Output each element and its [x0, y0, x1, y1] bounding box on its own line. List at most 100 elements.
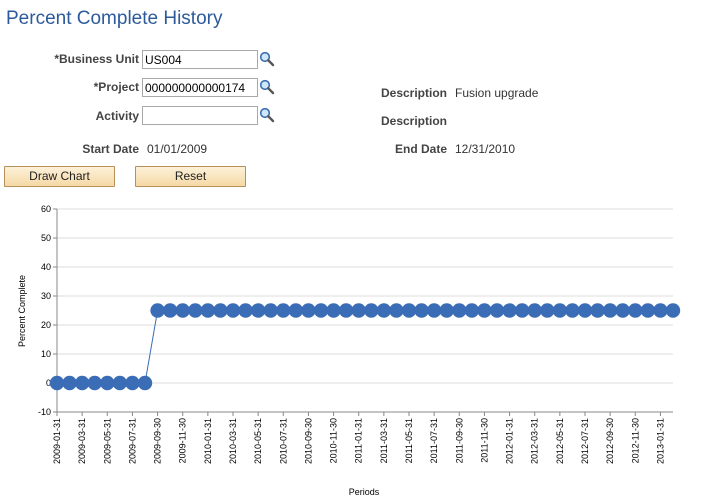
data-point	[188, 303, 203, 318]
data-point	[175, 303, 190, 318]
chart-grid	[57, 208, 673, 413]
chart-series	[49, 303, 681, 391]
x-tick-label: 2012-07-31	[580, 418, 590, 464]
data-point	[225, 303, 241, 318]
data-point	[100, 375, 115, 391]
x-tick-label: 2009-09-30	[153, 418, 163, 464]
activity-input[interactable]	[142, 106, 258, 125]
x-tick-label: 2011-05-31	[404, 418, 414, 463]
y-tick-label: 20	[41, 320, 51, 330]
data-point	[62, 375, 77, 391]
data-point	[263, 303, 278, 318]
data-point	[502, 303, 517, 318]
y-axis-label: Percent Complete	[17, 275, 27, 347]
data-point	[238, 303, 253, 318]
data-point	[640, 303, 656, 318]
project-lookup-icon[interactable]	[259, 79, 275, 95]
y-tick-label: 30	[41, 291, 51, 301]
y-tick-label: 60	[41, 204, 51, 214]
percent-complete-chart: -100102030405060 2009-01-31 2009-03-31 200…	[17, 204, 681, 497]
x-axis-label: Periods	[349, 487, 380, 497]
x-tick-label: 2011-07-31	[429, 418, 439, 463]
x-tick-label: 2009-03-31	[77, 418, 87, 464]
data-point	[49, 375, 65, 391]
business-unit-lookup-icon[interactable]	[259, 51, 275, 67]
data-point	[137, 375, 153, 391]
data-point	[464, 303, 480, 318]
data-point	[565, 303, 580, 318]
data-point	[552, 303, 568, 318]
data-point	[376, 303, 392, 318]
x-tick-label: 2009-07-31	[127, 418, 137, 464]
x-tick-label: 2011-03-31	[379, 418, 389, 463]
page-title: Percent Complete History	[6, 8, 223, 29]
x-tick-label: 2013-01-31	[655, 418, 665, 464]
data-point	[514, 303, 530, 318]
data-point	[364, 303, 379, 318]
data-point	[414, 303, 429, 318]
draw-chart-button[interactable]: Draw Chart	[4, 166, 115, 187]
y-axis: -10 0 10 20 30 40 50 60	[38, 204, 58, 417]
x-tick-label: 2010-05-31	[253, 418, 263, 464]
data-point	[338, 303, 354, 318]
project-label: *Project	[93, 80, 139, 94]
y-tick-label: 0	[46, 378, 51, 388]
data-point	[200, 303, 216, 318]
end-date-label: End Date	[394, 142, 447, 156]
data-point	[615, 303, 630, 318]
data-point	[74, 375, 90, 391]
data-point	[125, 375, 140, 391]
business-unit-input[interactable]	[142, 50, 258, 69]
data-point	[628, 303, 643, 318]
project-input[interactable]	[142, 78, 258, 97]
data-point	[112, 375, 128, 391]
data-point	[452, 303, 467, 318]
business-unit-label: *Business Unit	[54, 52, 139, 66]
x-tick-label: 2010-07-31	[278, 418, 288, 464]
data-point	[150, 303, 165, 318]
data-point	[389, 303, 404, 318]
x-tick-label: 2009-11-30	[178, 418, 188, 463]
start-date-label: Start Date	[82, 142, 139, 156]
y-tick-label: 50	[41, 233, 51, 243]
data-point	[87, 375, 102, 391]
data-point	[426, 303, 442, 318]
x-tick-label: 2012-05-31	[555, 418, 565, 464]
data-point	[301, 303, 316, 318]
x-axis: 2009-01-31 2009-03-31 2009-05-31 2009-07-31…	[52, 411, 673, 464]
data-point	[540, 303, 555, 318]
x-tick-label: 2010-03-31	[228, 418, 238, 464]
x-tick-label: 2012-09-30	[605, 418, 615, 464]
end-date-value: 12/31/2010	[455, 142, 516, 156]
activity-label: Activity	[95, 109, 139, 123]
data-point	[590, 303, 605, 318]
data-point	[577, 303, 593, 318]
data-point	[477, 303, 492, 318]
x-tick-label: 2011-09-30	[454, 418, 464, 463]
x-tick-label: 2010-01-31	[203, 418, 213, 464]
data-point	[527, 303, 542, 318]
activity-lookup-icon[interactable]	[259, 107, 275, 123]
x-tick-label: 2010-11-30	[329, 418, 339, 463]
description-label: Description	[380, 86, 447, 100]
description-value: Fusion upgrade	[455, 86, 539, 100]
data-point	[665, 303, 681, 318]
data-point	[250, 303, 266, 318]
series-line	[57, 310, 673, 384]
data-point	[276, 303, 291, 318]
data-point	[326, 303, 341, 318]
reset-button[interactable]: Reset	[135, 166, 246, 187]
data-point	[213, 303, 228, 318]
x-tick-label: 2009-05-31	[102, 418, 112, 464]
x-tick-label: 2011-11-30	[479, 418, 489, 463]
activity-description-label: Description	[380, 114, 447, 128]
x-tick-label: 2012-01-31	[505, 418, 515, 464]
data-point	[162, 303, 178, 318]
data-point	[288, 303, 304, 318]
x-tick-label: 2009-01-31	[52, 418, 62, 464]
x-tick-label: 2012-03-31	[530, 418, 540, 464]
data-point	[439, 303, 454, 318]
x-tick-label: 2012-11-30	[630, 418, 640, 463]
data-point	[351, 303, 366, 318]
y-tick-label: 40	[41, 262, 51, 272]
